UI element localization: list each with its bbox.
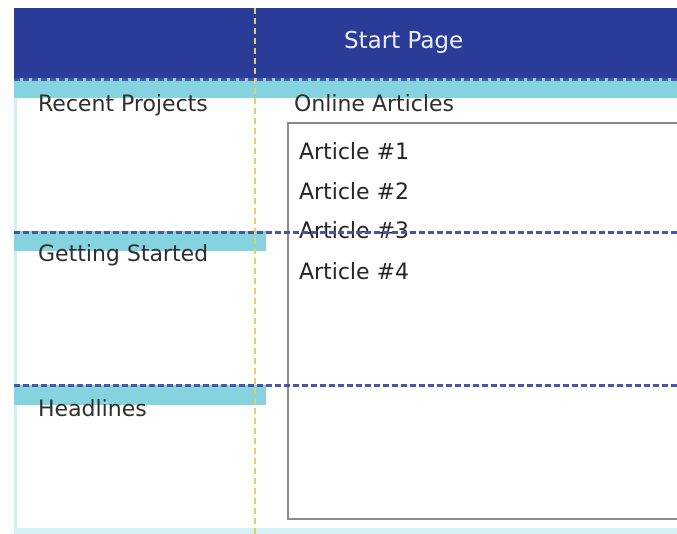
guide-line-vertical bbox=[254, 8, 256, 534]
guide-line-top bbox=[14, 78, 677, 81]
bottom-border bbox=[14, 528, 677, 534]
page-title: Start Page bbox=[344, 28, 464, 54]
header-bar: Start Page bbox=[14, 8, 677, 78]
article-link-2[interactable]: Article #2 bbox=[299, 180, 409, 205]
online-articles-heading: Online Articles bbox=[294, 92, 454, 117]
section-headlines[interactable]: Headlines bbox=[38, 397, 147, 422]
article-link-1[interactable]: Article #1 bbox=[299, 140, 409, 165]
left-border bbox=[14, 78, 17, 534]
article-link-4[interactable]: Article #4 bbox=[299, 260, 409, 285]
guide-line-middle bbox=[14, 231, 677, 234]
start-page-frame: Start Page Recent Projects Getting Start… bbox=[14, 8, 677, 534]
section-getting-started[interactable]: Getting Started bbox=[38, 242, 208, 267]
section-recent-projects[interactable]: Recent Projects bbox=[38, 92, 208, 117]
guide-line-lower bbox=[14, 384, 677, 387]
